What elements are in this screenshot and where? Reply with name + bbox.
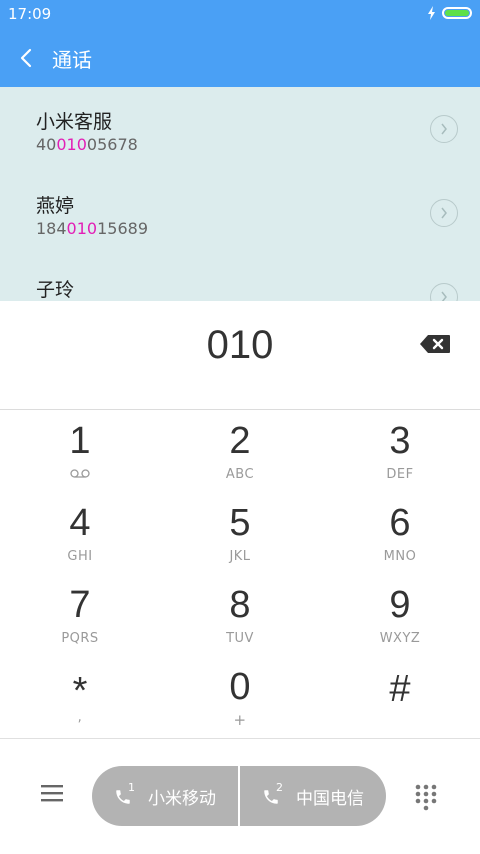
sim2-label: 中国电信 (296, 788, 364, 809)
chevron-right-icon (441, 291, 447, 301)
key-hash[interactable]: # (320, 658, 480, 740)
delete-button[interactable] (418, 333, 454, 357)
status-bar: 17:09 (0, 0, 480, 28)
status-icons (427, 6, 472, 20)
title-bar: 通话 (0, 40, 480, 76)
chevron-right-icon (441, 123, 447, 135)
sim1-index: 1 (128, 781, 135, 794)
battery-icon (442, 7, 472, 19)
charging-icon (428, 6, 435, 20)
key-9[interactable]: 9 WXYZ (320, 576, 480, 658)
sim-call-buttons: 1 小米移动 2 中国电信 (92, 766, 386, 826)
voicemail-icon (70, 469, 90, 478)
status-time: 17:09 (8, 5, 52, 23)
bottom-action-bar: 1 小米移动 2 中国电信 (0, 738, 480, 854)
menu-icon (41, 785, 63, 802)
contact-name: 燕婷 (36, 195, 75, 217)
dial-input[interactable]: 010 (0, 323, 480, 368)
contact-name: 小米客服 (36, 111, 113, 133)
key-6[interactable]: 6 MNO (320, 494, 480, 576)
key-0[interactable]: 0 + (160, 658, 320, 740)
key-5[interactable]: 5 JKL (160, 494, 320, 576)
key-7[interactable]: 7 PQRS (0, 576, 160, 658)
header: 17:09 通话 (0, 0, 480, 87)
dial-input-area: 010 (0, 301, 480, 410)
page-title: 通话 (52, 47, 92, 72)
key-4[interactable]: 4 GHI (0, 494, 160, 576)
key-3[interactable]: 3 DEF (320, 412, 480, 494)
contact-detail-button[interactable] (430, 199, 458, 227)
back-button[interactable] (0, 40, 52, 76)
contact-number: 4001005678 (36, 135, 138, 154)
contact-detail-button[interactable] (430, 115, 458, 143)
result-item-1[interactable]: 小米客服 4001005678 (0, 87, 480, 171)
menu-button[interactable] (40, 783, 66, 805)
key-star[interactable]: *, (0, 658, 160, 740)
search-results-list: 小米客服 4001005678 燕婷 18401015689 子玲 (0, 87, 480, 301)
key-2[interactable]: 2 ABC (160, 412, 320, 494)
call-sim1-button[interactable]: 1 小米移动 (92, 766, 238, 826)
key-1[interactable]: 1 (0, 412, 160, 494)
call-sim2-button[interactable]: 2 中国电信 (240, 766, 386, 826)
contact-name: 子玲 (36, 279, 75, 301)
sim1-label: 小米移动 (148, 788, 216, 809)
contact-number: 18401015689 (36, 219, 148, 238)
contact-detail-button[interactable] (430, 283, 458, 301)
chevron-right-icon (441, 207, 447, 219)
dialpad-icon (415, 784, 437, 811)
keypad-toggle-button[interactable] (414, 783, 440, 811)
key-8[interactable]: 8 TUV (160, 576, 320, 658)
result-item-2[interactable]: 燕婷 18401015689 (0, 171, 480, 255)
result-item-3[interactable]: 子玲 (0, 255, 480, 301)
backspace-icon (420, 335, 450, 353)
chevron-left-icon (20, 48, 32, 68)
sim2-index: 2 (276, 781, 283, 794)
